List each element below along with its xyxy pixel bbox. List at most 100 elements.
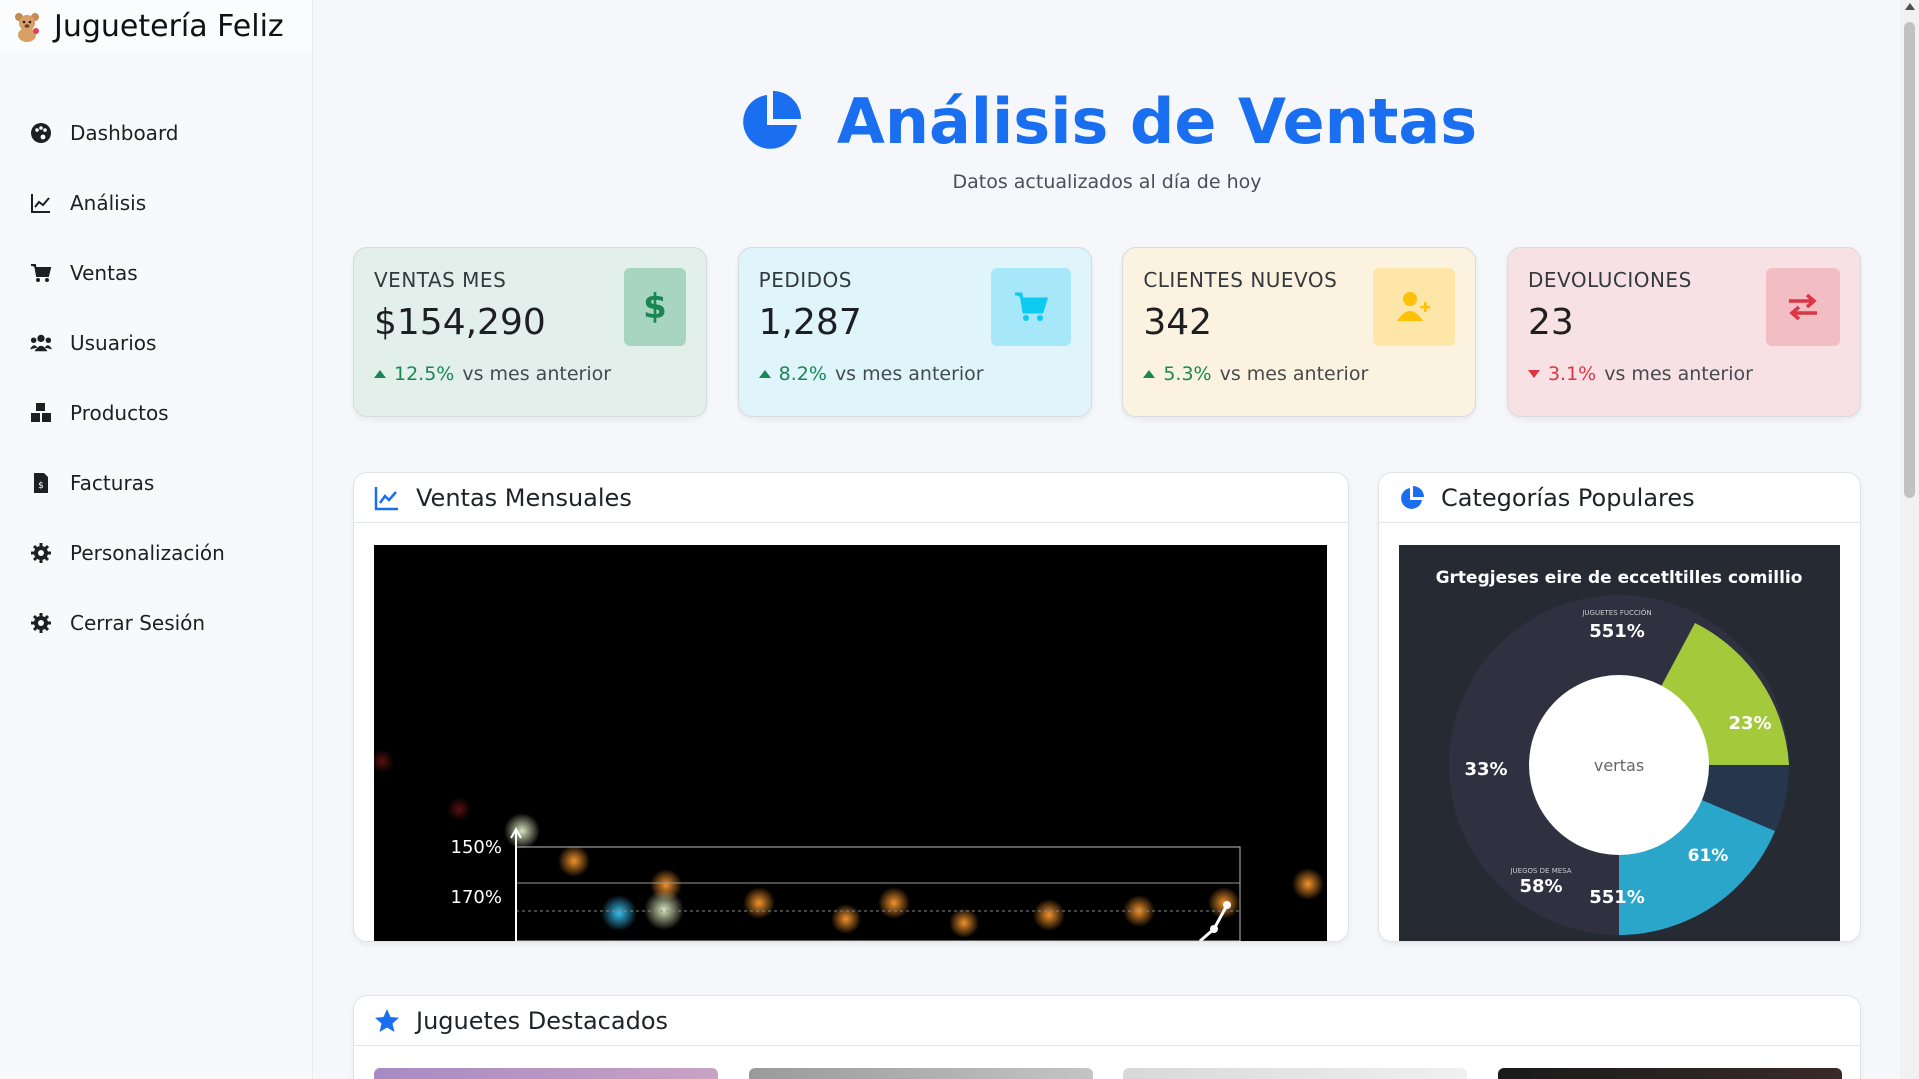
scroll-up-arrow-icon[interactable] — [1905, 3, 1915, 10]
star-icon — [375, 1008, 399, 1032]
users-icon — [30, 334, 52, 352]
toy-thumbnails — [374, 1068, 1842, 1079]
stat-trend: 5.3% vs mes anterior — [1143, 363, 1455, 385]
stat-trend: 8.2% vs mes anterior — [758, 363, 1071, 385]
card-ventas-mensuales: Ventas Mensuales 150% 170% — [353, 472, 1349, 942]
card-juguetes-destacados: Juguetes Destacados — [353, 995, 1861, 1079]
sidebar-item-cerrar-sesion[interactable]: Cerrar Sesión — [0, 588, 312, 658]
sidebar-item-dashboard[interactable]: Dashboard — [0, 98, 312, 168]
sidebar-item-label: Análisis — [70, 191, 147, 215]
stat-card-clientes-nuevos[interactable]: CLIENTES NUEVOS 342 5.3% vs mes anterior — [1122, 247, 1477, 417]
caret-down-icon — [1527, 370, 1540, 378]
pie-value-label: 33% — [1464, 759, 1507, 780]
page-scrollbar[interactable] — [1900, 0, 1919, 1079]
stat-change: 12.5% — [394, 363, 455, 385]
stat-icon-box — [1765, 268, 1840, 346]
caret-up-icon — [758, 370, 771, 378]
user-plus-icon — [1397, 292, 1431, 321]
card-categorias-populares: Categorías Populares Grtegjeses eire de … — [1378, 472, 1861, 942]
pie-value-label: 61% — [1688, 846, 1729, 866]
stat-trend: 12.5% vs mes anterior — [374, 363, 686, 385]
stat-change: 5.3% — [1163, 363, 1212, 385]
pie-chart-icon — [1401, 485, 1424, 509]
caret-up-icon — [1143, 370, 1156, 378]
stat-card-devoluciones[interactable]: DEVOLUCIONES 23 3.1% vs mes anterior — [1506, 247, 1861, 417]
stat-note: vs mes anterior — [1604, 363, 1753, 385]
card-title: Ventas Mensuales — [416, 483, 632, 512]
stat-icon-box: $ — [624, 268, 686, 346]
page-title: Análisis de Ventas — [737, 85, 1477, 158]
stat-note: vs mes anterior — [1219, 363, 1369, 385]
pie-small-label: JUEGOS DE MESA — [1509, 867, 1571, 875]
brand[interactable]: Juguetería Feliz — [0, 0, 312, 52]
sidebar: Juguetería Feliz Dashboard Análisis Vent… — [0, 0, 313, 1079]
stats-row: VENTAS MES $154,290 12.5% vs mes anterio… — [353, 247, 1861, 417]
svg-text:$: $ — [38, 481, 44, 491]
pie-chart-icon — [743, 90, 801, 149]
toy-thumbnail[interactable] — [748, 1068, 1093, 1079]
pie-center-label: vertas — [1594, 756, 1644, 775]
cart-icon — [1014, 292, 1048, 321]
pie-value-label: 551% — [1589, 621, 1645, 642]
page-title-text: Análisis de Ventas — [836, 85, 1478, 158]
dollar-icon: $ — [643, 289, 667, 325]
sidebar-item-label: Cerrar Sesión — [70, 611, 206, 635]
svg-text:$: $ — [643, 289, 667, 325]
card-header: Ventas Mensuales — [354, 473, 1348, 523]
card-header: Juguetes Destacados — [354, 996, 1860, 1046]
toy-thumbnail[interactable] — [1123, 1068, 1468, 1079]
teddy-bear-icon — [15, 13, 39, 42]
sidebar-item-personalizacion[interactable]: Personalización — [0, 518, 312, 588]
stat-note: vs mes anterior — [834, 363, 984, 385]
stat-change: 8.2% — [778, 363, 827, 385]
palette-icon — [31, 123, 51, 143]
gear-icon — [31, 543, 51, 563]
stat-icon-box — [990, 268, 1071, 346]
boxes-icon — [31, 403, 51, 422]
gear-icon — [31, 613, 51, 633]
y-axis-label-1: 150% — [451, 837, 502, 858]
card-header: Categorías Populares — [1379, 473, 1860, 523]
stat-note: vs mes anterior — [462, 363, 612, 385]
stat-card-ventas-mes[interactable]: VENTAS MES $154,290 12.5% vs mes anterio… — [353, 247, 707, 417]
caret-up-icon — [374, 370, 386, 378]
pie-value-label: 58% — [1519, 876, 1562, 897]
stat-card-pedidos[interactable]: PEDIDOS 1,287 8.2% vs mes anterior — [737, 247, 1092, 417]
brand-name: Juguetería Feliz — [54, 8, 284, 44]
toy-thumbnail[interactable] — [1497, 1068, 1842, 1079]
page-header: Análisis de Ventas Datos actualizados al… — [314, 85, 1900, 193]
pie-title: Grtegjeses eire de eccetltilles comillio — [1436, 568, 1803, 588]
sidebar-item-label: Productos — [70, 401, 169, 425]
page-subtitle: Datos actualizados al día de hoy — [952, 170, 1262, 193]
main-content: Análisis de Ventas Datos actualizados al… — [314, 0, 1900, 1079]
exchange-icon — [1788, 293, 1817, 321]
pie-small-label: JUGUETES FUCCIÓN — [1581, 608, 1651, 617]
sidebar-item-label: Facturas — [70, 471, 155, 495]
sidebar-item-productos[interactable]: Productos — [0, 378, 312, 448]
scrollbar-thumb[interactable] — [1904, 22, 1915, 498]
cart-icon — [31, 264, 52, 282]
stat-icon-box — [1373, 268, 1456, 346]
sidebar-item-label: Dashboard — [70, 121, 179, 145]
sidebar-item-label: Personalización — [70, 541, 225, 565]
invoice-icon: $ — [34, 473, 48, 493]
stat-trend: 3.1% vs mes anterior — [1527, 363, 1840, 385]
sidebar-item-facturas[interactable]: $ Facturas — [0, 448, 312, 518]
categorias-chart-image: Grtegjeses eire de eccetltilles comillio… — [1399, 545, 1840, 941]
sidebar-nav: Dashboard Análisis Ventas Usuarios Produ… — [0, 98, 312, 658]
card-title: Categorías Populares — [1441, 483, 1695, 512]
line-chart-icon — [31, 194, 50, 213]
sidebar-item-ventas[interactable]: Ventas — [0, 238, 312, 308]
card-title: Juguetes Destacados — [416, 1006, 668, 1035]
toy-thumbnail[interactable] — [374, 1068, 718, 1079]
y-axis-label-2: 170% — [451, 887, 502, 908]
line-chart-icon — [374, 486, 398, 510]
pie-value-label: 23% — [1728, 713, 1771, 734]
sidebar-item-label: Usuarios — [70, 331, 157, 355]
ventas-chart-image: 150% 170% — [374, 545, 1327, 941]
sidebar-item-label: Ventas — [70, 261, 138, 285]
stat-change: 3.1% — [1547, 363, 1597, 385]
sidebar-item-usuarios[interactable]: Usuarios — [0, 308, 312, 378]
sidebar-item-analisis[interactable]: Análisis — [0, 168, 312, 238]
pie-value-label: 551% — [1589, 887, 1645, 908]
